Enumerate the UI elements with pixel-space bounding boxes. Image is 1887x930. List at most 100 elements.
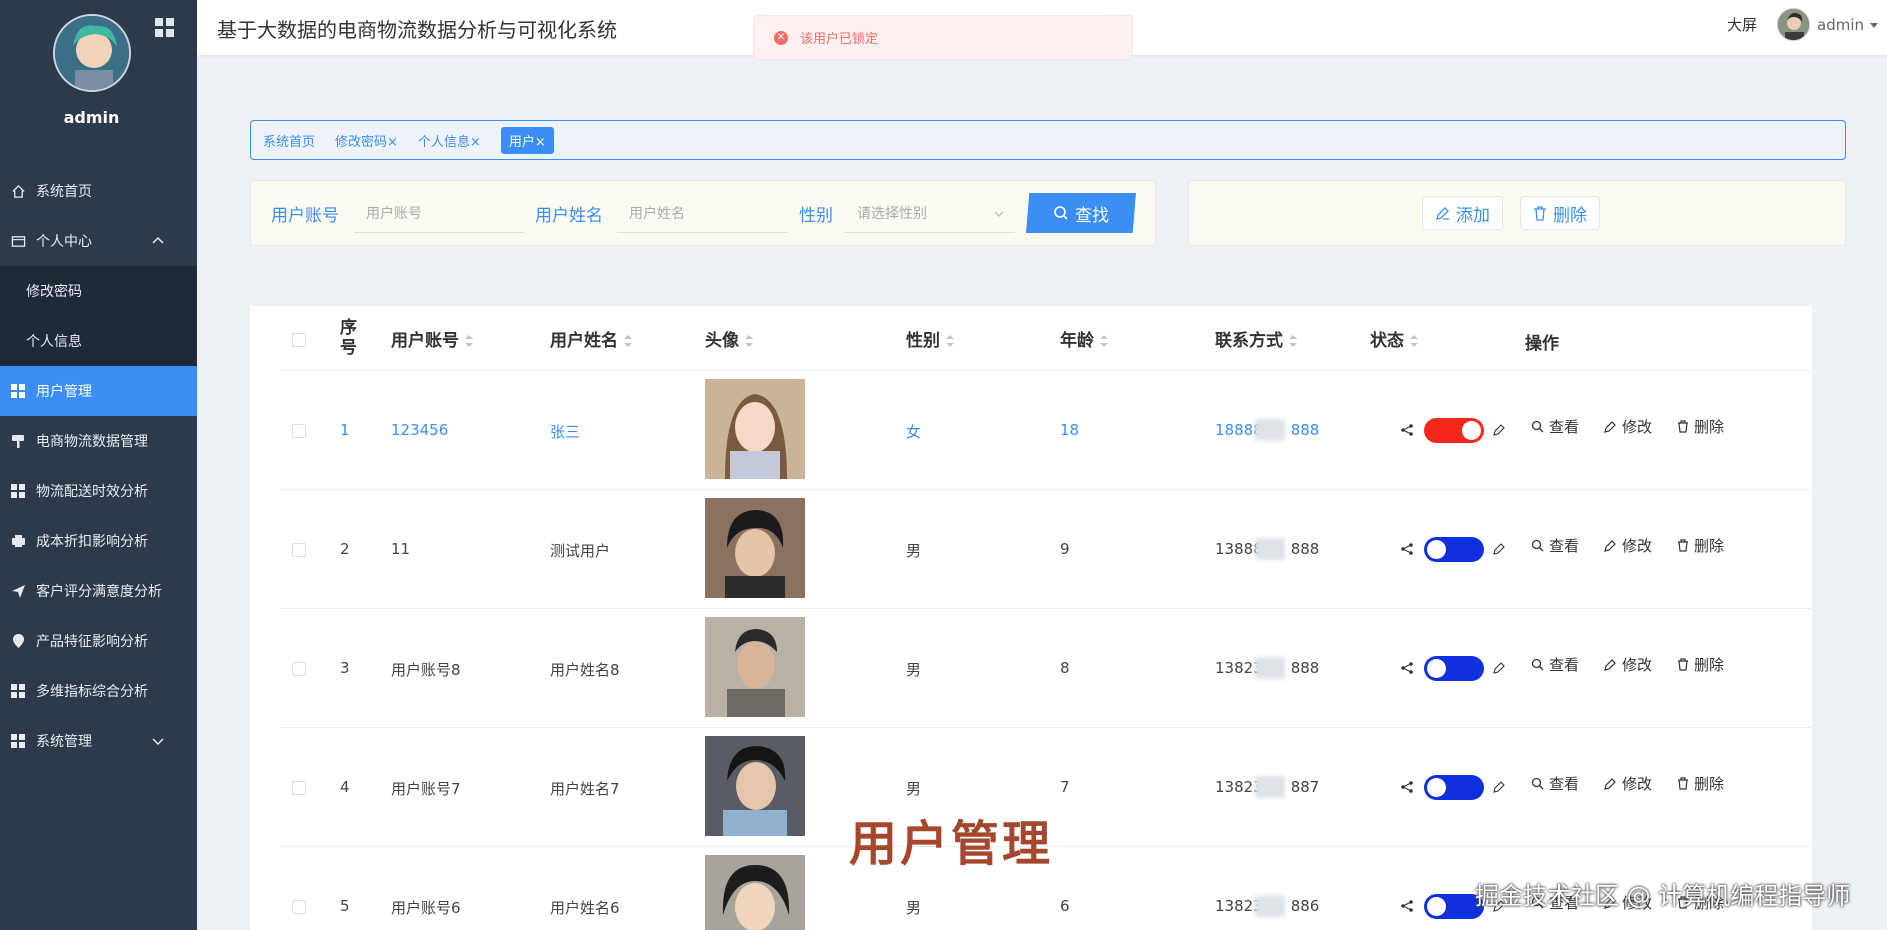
cell-account: 用户账号8	[391, 661, 461, 679]
toggle-knob	[1427, 540, 1446, 559]
edit-icon	[1604, 777, 1616, 790]
header-ops: 操作	[1525, 334, 1559, 354]
row-checkbox[interactable]	[292, 662, 306, 676]
grid-icon	[10, 683, 26, 699]
close-icon[interactable]: ×	[535, 135, 546, 150]
edit-icon[interactable]	[1492, 780, 1506, 794]
sidebar-item-logistics-data[interactable]: 电商物流数据管理	[0, 416, 197, 466]
big-screen-link[interactable]: 大屏	[1727, 14, 1757, 35]
header-avatar[interactable]: 头像	[705, 326, 753, 351]
delete-label: 删除	[1694, 774, 1725, 793]
delete-row-button[interactable]: 删除	[1671, 768, 1731, 798]
send-icon	[10, 583, 26, 599]
edit-icon[interactable]	[1492, 542, 1506, 556]
sidebar-item-multi-analysis[interactable]: 多维指标综合分析	[0, 666, 197, 716]
sidebar-item-home[interactable]: 系统首页	[0, 166, 197, 216]
sidebar-item-personal-info[interactable]: 个人信息	[0, 316, 197, 366]
tag-bar: 系统首页 修改密码× 个人信息× 用户×	[250, 120, 1846, 160]
view-label: 查看	[1549, 774, 1580, 793]
header-account[interactable]: 用户账号	[391, 326, 473, 351]
search-button[interactable]: 查找	[1026, 193, 1136, 233]
close-icon[interactable]: ×	[470, 135, 481, 150]
row-checkbox[interactable]	[292, 543, 306, 557]
cell-account: 用户账号7	[391, 780, 461, 798]
header-status[interactable]: 状态	[1370, 326, 1418, 351]
share-icon[interactable]	[1400, 423, 1414, 437]
delete-row-button[interactable]: 删除	[1671, 530, 1731, 560]
add-button[interactable]: 添加	[1422, 196, 1503, 230]
sidebar-item-change-password[interactable]: 修改密码	[0, 266, 197, 316]
user-menu[interactable]: admin	[1817, 16, 1878, 34]
trash-icon	[1678, 538, 1688, 552]
status-toggle[interactable]	[1424, 656, 1484, 681]
select-all-checkbox[interactable]	[292, 333, 306, 347]
status-toggle[interactable]	[1424, 418, 1484, 443]
row-checkbox[interactable]	[292, 424, 306, 438]
sort-icon[interactable]	[1100, 335, 1108, 347]
tag-home[interactable]: 系统首页	[263, 131, 315, 150]
close-icon[interactable]: ×	[387, 135, 398, 150]
row-checkbox[interactable]	[292, 900, 306, 914]
sort-icon[interactable]	[1289, 335, 1297, 347]
delete-label: 删除	[1694, 536, 1725, 555]
watermark-credit: 掘金技术社区 @ 计算机编程指导师	[1475, 882, 1851, 910]
account-input[interactable]: 用户账号	[354, 193, 524, 233]
view-button[interactable]: 查看	[1525, 768, 1586, 798]
share-icon[interactable]	[1400, 899, 1414, 913]
delete-row-button[interactable]: 删除	[1671, 649, 1731, 679]
edit-icon[interactable]	[1492, 423, 1506, 437]
name-label: 用户姓名	[535, 206, 603, 226]
account-placeholder: 用户账号	[366, 205, 422, 222]
sort-icon[interactable]	[465, 335, 473, 347]
sidebar-item-system-management[interactable]: 系统管理	[0, 716, 197, 766]
status-toggle[interactable]	[1424, 537, 1484, 562]
sort-icon[interactable]	[1410, 335, 1418, 347]
edit-button[interactable]: 修改	[1598, 649, 1659, 679]
share-icon[interactable]	[1400, 661, 1414, 675]
header-phone[interactable]: 联系方式	[1215, 326, 1297, 351]
gender-select[interactable]: 请选择性别	[845, 193, 1015, 233]
header-name[interactable]: 用户姓名	[550, 326, 632, 351]
tag-change-password[interactable]: 修改密码×	[335, 131, 398, 150]
table-row: 2 11 测试用户 男 9 13888 888 查看 修改 删除	[280, 490, 1812, 609]
grid-menu-icon[interactable]	[155, 18, 175, 38]
user-photo	[705, 617, 805, 717]
sidebar-item-rating-analysis[interactable]: 客户评分满意度分析	[0, 566, 197, 616]
status-toggle[interactable]	[1424, 775, 1484, 800]
cell-gender: 男	[906, 780, 922, 798]
sidebar-item-user-management[interactable]: 用户管理	[0, 366, 197, 416]
row-checkbox[interactable]	[292, 781, 306, 795]
search-icon	[1531, 777, 1544, 789]
edit-button[interactable]: 修改	[1598, 411, 1659, 441]
view-button[interactable]: 查看	[1525, 530, 1586, 560]
view-button[interactable]: 查看	[1525, 649, 1586, 679]
sidebar-item-product-analysis[interactable]: 产品特征影响分析	[0, 616, 197, 666]
delete-row-button[interactable]: 删除	[1671, 411, 1731, 441]
tag-user[interactable]: 用户×	[500, 126, 554, 154]
user-photo	[705, 736, 805, 836]
edit-button[interactable]: 修改	[1598, 768, 1659, 798]
edit-button[interactable]: 修改	[1598, 530, 1659, 560]
delete-button[interactable]: 删除	[1520, 196, 1600, 230]
sidebar-username: admin	[63, 108, 120, 127]
edit-icon[interactable]	[1492, 661, 1506, 675]
share-icon[interactable]	[1400, 780, 1414, 794]
share-icon[interactable]	[1400, 542, 1414, 556]
sidebar-item-personal-center[interactable]: 个人中心	[0, 216, 197, 266]
sidebar-item-delivery-analysis[interactable]: 物流配送时效分析	[0, 466, 197, 516]
sort-icon[interactable]	[745, 335, 753, 347]
sort-icon[interactable]	[624, 335, 632, 347]
sidebar-item-label: 系统管理	[36, 734, 92, 750]
name-input[interactable]: 用户姓名	[617, 193, 787, 233]
privacy-blur	[1255, 538, 1285, 560]
tag-personal-info[interactable]: 个人信息×	[418, 131, 481, 150]
sort-icon[interactable]	[946, 335, 954, 347]
view-button[interactable]: 查看	[1525, 411, 1586, 441]
header-gender[interactable]: 性别	[906, 326, 954, 351]
user-avatar[interactable]	[1777, 8, 1810, 41]
header-age[interactable]: 年龄	[1060, 326, 1108, 351]
edit-icon	[1604, 658, 1616, 671]
sidebar-item-label: 产品特征影响分析	[36, 634, 148, 650]
avatar	[53, 14, 131, 92]
sidebar-item-cost-analysis[interactable]: 成本折扣影响分析	[0, 516, 197, 566]
